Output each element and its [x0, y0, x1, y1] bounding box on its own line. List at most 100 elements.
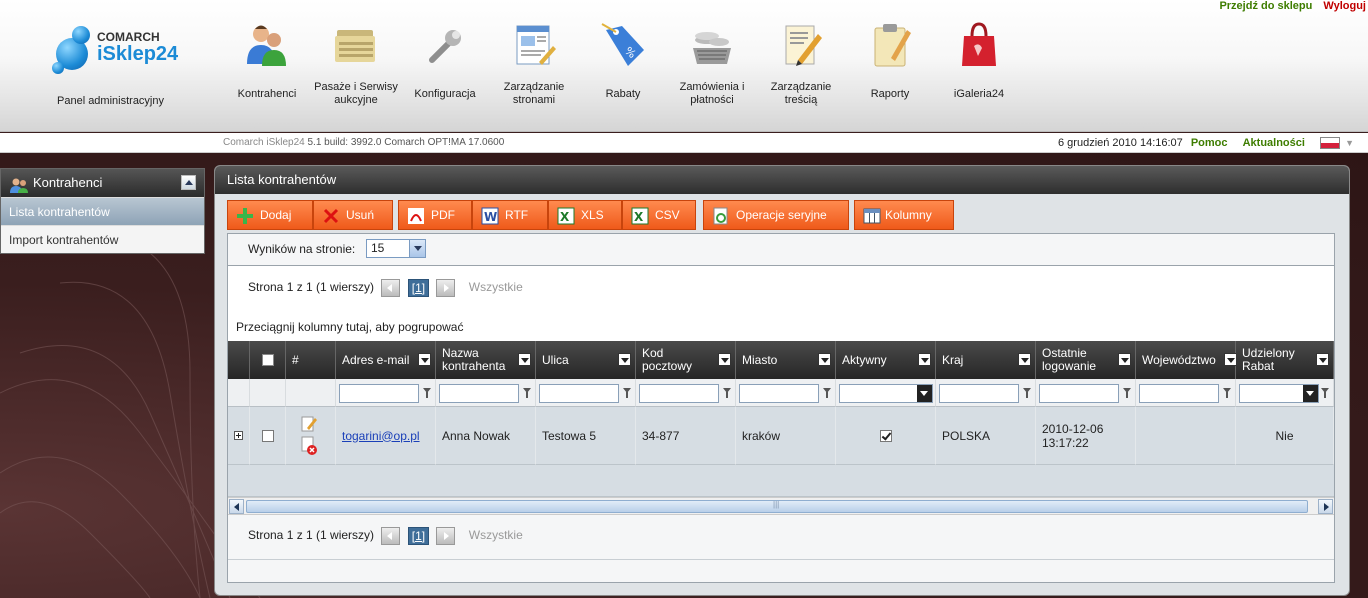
cell-discount: Nie: [1236, 407, 1334, 465]
nav-igaleria[interactable]: iGaleria24: [935, 20, 1023, 100]
export-csv-button[interactable]: X CSV: [622, 200, 696, 230]
filter-icon[interactable]: [823, 388, 832, 399]
column-header-city[interactable]: Miasto: [736, 341, 836, 379]
filter-icon[interactable]: [423, 388, 432, 399]
horizontal-scrollbar[interactable]: [228, 497, 1334, 514]
row-select-checkbox[interactable]: [261, 429, 274, 442]
filter-city-input[interactable]: [739, 384, 819, 403]
column-header-name[interactable]: Nazwa kontrahenta: [436, 341, 536, 379]
filter-icon[interactable]: [1223, 388, 1232, 399]
header: Przejdź do sklepu Wyloguj COMARCH iSklep…: [0, 0, 1368, 132]
data-grid: # Adres e-mail Nazwa kontrahenta Ulica K…: [228, 341, 1334, 497]
filter-name: [436, 379, 536, 407]
delete-button[interactable]: Usuń: [313, 200, 393, 230]
prev-page-button[interactable]: [381, 278, 401, 297]
next-page-button[interactable]: [436, 278, 456, 297]
add-button[interactable]: Dodaj: [227, 200, 313, 230]
export-rtf-button[interactable]: W RTF: [472, 200, 548, 230]
delete-icon[interactable]: [300, 436, 318, 456]
divider: [228, 559, 1334, 560]
nav-configuration[interactable]: Konfiguracja: [401, 20, 489, 100]
sidebar-header: Kontrahenci: [1, 169, 204, 197]
select-all-checkbox[interactable]: [261, 354, 274, 366]
language-dropdown-icon[interactable]: ▼: [1345, 138, 1354, 148]
expand-column-header: [228, 341, 250, 379]
show-all-link[interactable]: Wszystkie: [469, 528, 523, 542]
svg-text:X: X: [560, 210, 570, 224]
scroll-right-icon[interactable]: [1318, 499, 1333, 514]
column-menu-icon[interactable]: [1316, 353, 1329, 366]
column-header-street[interactable]: Ulica: [536, 341, 636, 379]
column-header-country[interactable]: Kraj: [936, 341, 1036, 379]
nav-discounts[interactable]: % Rabaty: [579, 20, 667, 100]
export-xls-button[interactable]: X XLS: [548, 200, 622, 230]
nav-contractors[interactable]: Kontrahenci: [223, 20, 311, 100]
column-menu-icon[interactable]: [1118, 353, 1131, 366]
go-to-shop-link[interactable]: Przejdź do sklepu: [1219, 0, 1312, 12]
column-menu-icon[interactable]: [418, 353, 431, 366]
nav-label: Rabaty: [605, 88, 641, 100]
column-menu-icon[interactable]: [618, 353, 631, 366]
sidebar-item-contractor-import[interactable]: Import kontrahentów: [1, 225, 204, 253]
expand-row-button[interactable]: [228, 407, 250, 465]
column-header-active[interactable]: Aktywny: [836, 341, 936, 379]
prev-page-button[interactable]: [381, 526, 401, 545]
svg-text:X: X: [634, 210, 644, 224]
filter-icon[interactable]: [523, 388, 532, 399]
cell-city: kraków: [736, 407, 836, 465]
filter-icon[interactable]: [1123, 388, 1132, 399]
news-link[interactable]: Aktualności: [1243, 137, 1305, 149]
column-header-discount[interactable]: Udzielony Rabat: [1236, 341, 1334, 379]
help-link[interactable]: Pomoc: [1191, 137, 1228, 149]
column-header-last-login[interactable]: Ostatnie logowanie: [1036, 341, 1136, 379]
filter-last-login: [1036, 379, 1136, 407]
filter-street: [536, 379, 636, 407]
filter-icon[interactable]: [723, 388, 732, 399]
excel-icon: X: [557, 207, 575, 225]
bulk-operations-button[interactable]: Operacje seryjne: [703, 200, 849, 230]
next-page-button[interactable]: [436, 526, 456, 545]
column-header-province[interactable]: Województwo: [1136, 341, 1237, 379]
nav-auction-services[interactable]: Pasaże i Serwisy aukcyjne: [312, 20, 400, 106]
per-page-select[interactable]: 15: [366, 239, 426, 258]
language-flag-icon[interactable]: [1320, 137, 1341, 150]
filter-name-input[interactable]: [439, 384, 519, 403]
column-menu-icon[interactable]: [918, 353, 931, 366]
column-menu-icon[interactable]: [1018, 353, 1031, 366]
collapse-button[interactable]: [181, 175, 196, 190]
filter-icon[interactable]: [623, 388, 632, 399]
filter-icon[interactable]: [1321, 388, 1330, 399]
pager-top: Strona 1 z 1 (1 wierszy) [1] Wszystkie: [248, 277, 523, 297]
filter-discount-select[interactable]: [1239, 384, 1319, 403]
filter-postal-input[interactable]: [639, 384, 719, 403]
filter-icon[interactable]: [1023, 388, 1032, 399]
logout-link[interactable]: Wyloguj: [1323, 0, 1366, 12]
current-page-link[interactable]: [1]: [407, 278, 430, 297]
column-header-email[interactable]: Adres e-mail: [336, 341, 436, 379]
columns-button[interactable]: Kolumny: [854, 200, 954, 230]
sidebar-item-contractor-list[interactable]: Lista kontrahentów: [1, 197, 204, 225]
scroll-left-icon[interactable]: [229, 499, 244, 514]
filter-province-input[interactable]: [1139, 384, 1219, 403]
filter-street-input[interactable]: [539, 384, 619, 403]
column-header-postal[interactable]: Kod pocztowy: [636, 341, 736, 379]
export-pdf-button[interactable]: PDF: [398, 200, 472, 230]
filter-country-input[interactable]: [939, 384, 1019, 403]
svg-text:W: W: [484, 210, 497, 224]
column-menu-icon[interactable]: [718, 353, 731, 366]
email-link[interactable]: togarini@op.pl: [342, 429, 420, 443]
cell-name: Anna Nowak: [436, 407, 536, 465]
nav-orders-payments[interactable]: Zamówienia i płatności: [668, 20, 756, 106]
column-menu-icon[interactable]: [518, 353, 531, 366]
filter-active-select[interactable]: [839, 384, 933, 403]
nav-content-management[interactable]: Zarządzanie treścią: [757, 20, 845, 106]
current-page-link[interactable]: [1]: [407, 526, 430, 545]
filter-last-login-input[interactable]: [1039, 384, 1119, 403]
nav-reports[interactable]: Raporty: [846, 20, 934, 100]
filter-email-input[interactable]: [339, 384, 419, 403]
nav-page-management[interactable]: Zarządzanie stronami: [490, 20, 578, 106]
show-all-link[interactable]: Wszystkie: [469, 280, 523, 294]
scroll-thumb[interactable]: [246, 500, 1308, 513]
column-menu-icon[interactable]: [818, 353, 831, 366]
edit-icon[interactable]: [300, 415, 318, 433]
